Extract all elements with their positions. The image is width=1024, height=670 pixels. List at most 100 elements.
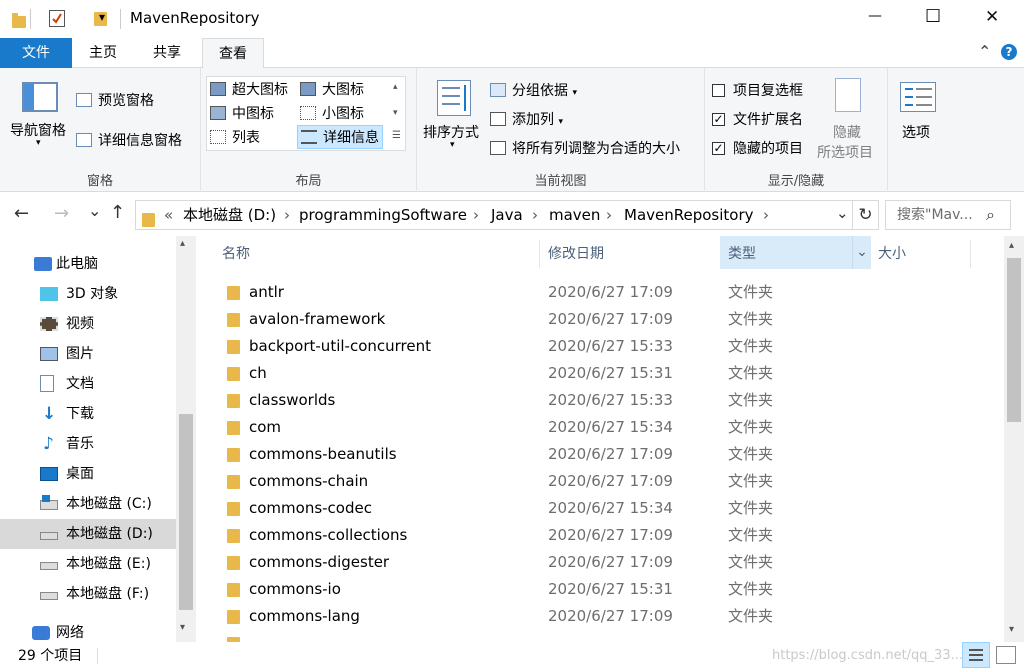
file-row[interactable]: commons-io 2020/6/27 15:31 文件夹 [196,576,1004,603]
close-button[interactable]: ✕ [985,7,999,27]
scroll-down-icon[interactable]: ▾ [180,622,185,633]
column-filter-icon[interactable]: ⌄ [852,236,871,269]
breadcrumb-drive-d[interactable]: 本地磁盘 (D:) [183,201,276,229]
breadcrumb-maven[interactable]: maven [549,201,600,229]
file-row[interactable]: classworlds 2020/6/27 15:33 文件夹 [196,387,1004,414]
file-row[interactable]: commons-digester 2020/6/27 17:09 文件夹 [196,549,1004,576]
breadcrumb-programmingsoftware[interactable]: programmingSoftware [299,201,467,229]
options-button[interactable]: 选项 [892,76,942,160]
list-option[interactable]: 列表 [210,127,260,147]
nav-item-this-pc[interactable]: 此电脑 [0,249,176,279]
preview-pane-button[interactable]: 预览窗格 [76,90,154,110]
nav-item-videos[interactable]: 视频 [0,309,176,339]
qat-customize-icon[interactable]: ▾ [99,10,105,24]
file-row-partial[interactable] [196,630,1004,642]
small-icons-option[interactable]: 小图标 [300,103,364,123]
file-row[interactable]: commons-beanutils 2020/6/27 17:09 文件夹 [196,441,1004,468]
gallery-more-icon[interactable]: ☰ [392,130,401,141]
scroll-up-icon[interactable]: ▴ [1009,240,1014,251]
properties-qat-icon[interactable] [49,10,65,27]
file-extensions-checkbox[interactable]: ✓ [712,112,725,126]
help-icon[interactable]: ? [1001,44,1017,60]
file-row[interactable]: com 2020/6/27 15:34 文件夹 [196,414,1004,441]
nav-item-music[interactable]: ♪ 音乐 [0,429,176,459]
breadcrumb-separator[interactable]: › [473,201,479,229]
drive-icon [40,592,58,600]
file-row[interactable]: ch 2020/6/27 15:31 文件夹 [196,360,1004,387]
sort-by-button[interactable]: 排序方式 ▾ [421,76,487,156]
gallery-down-icon[interactable]: ▾ [393,108,398,118]
nav-scrollbar[interactable]: ▴ ▾ [176,236,196,642]
recent-locations-button[interactable]: ⌄ [88,201,101,220]
file-row[interactable]: commons-lang 2020/6/27 17:09 文件夹 [196,603,1004,630]
file-row[interactable]: commons-codec 2020/6/27 15:34 文件夹 [196,495,1004,522]
nav-item-drive-d[interactable]: 本地磁盘 (D:) [0,519,176,549]
nav-item-drive-f[interactable]: 本地磁盘 (F:) [0,579,176,609]
address-bar[interactable]: « 本地磁盘 (D:) › programmingSoftware › Java… [135,200,853,230]
minimize-button[interactable]: — [868,8,882,24]
maximize-button[interactable]: ☐ [925,6,941,27]
nav-item-drive-c[interactable]: 本地磁盘 (C:) [0,489,176,519]
breadcrumb-separator[interactable]: › [284,201,290,229]
tab-view[interactable]: 查看 [202,38,264,69]
column-header-size[interactable]: 大小 [878,236,906,272]
file-row[interactable]: backport-util-concurrent 2020/6/27 15:33 文… [196,333,1004,360]
address-dropdown-icon[interactable]: ⌄ [836,199,849,227]
file-row[interactable]: avalon-framework 2020/6/27 17:09 文件夹 [196,306,1004,333]
back-button[interactable]: ← [14,203,29,224]
up-button[interactable]: ↑ [110,202,125,223]
search-icon[interactable]: ⌕ [986,201,995,229]
file-extensions-toggle[interactable]: ✓ 文件扩展名 [712,109,803,129]
large-icons-option[interactable]: 大图标 [300,79,364,99]
gallery-up-icon[interactable]: ▴ [393,82,398,92]
column-header-name[interactable]: 名称 [222,236,250,272]
item-checkboxes-checkbox[interactable] [712,83,725,97]
size-all-columns-button[interactable]: 将所有列调整为合适的大小 [490,138,680,158]
navigation-pane-button[interactable]: 导航窗格 ▾ [4,76,72,154]
hide-selected-button[interactable]: 隐藏 所选项目 [815,76,883,161]
column-header-date[interactable]: 修改日期 [548,236,604,272]
group-by-button[interactable]: 分组依据 ▾ [490,80,577,100]
column-header-type[interactable]: 类型 [728,236,756,272]
details-pane-button[interactable]: 详细信息窗格 [76,130,182,150]
scroll-up-icon[interactable]: ▴ [180,238,185,249]
column-divider[interactable] [970,240,971,268]
nav-item-drive-e[interactable]: 本地磁盘 (E:) [0,549,176,579]
breadcrumb-separator[interactable]: › [532,201,538,229]
nav-item-network[interactable]: 网络 [0,618,176,642]
file-row[interactable]: commons-chain 2020/6/27 17:09 文件夹 [196,468,1004,495]
collapse-ribbon-icon[interactable]: ⌃ [978,42,991,61]
breadcrumb-mavenrepository[interactable]: MavenRepository [624,201,754,229]
extra-large-icons-option[interactable]: 超大图标 [210,79,288,99]
tab-share[interactable]: 共享 [142,38,192,68]
nav-item-downloads[interactable]: ↓ 下载 [0,399,176,429]
details-option[interactable]: 详细信息 [297,125,383,149]
breadcrumb-separator[interactable]: › [763,201,769,229]
hidden-items-checkbox[interactable]: ✓ [712,141,725,155]
tab-file[interactable]: 文件 [0,38,72,68]
breadcrumb-separator[interactable]: › [606,201,612,229]
forward-button[interactable]: → [54,203,69,224]
address-overflow[interactable]: « [164,201,173,229]
file-list-scrollbar[interactable]: ▴ ▾ [1004,236,1024,642]
details-view-toggle-icon[interactable] [962,642,990,668]
medium-icons-option[interactable]: 中图标 [210,103,274,123]
nav-scroll-thumb[interactable] [179,414,193,610]
nav-item-3d-objects[interactable]: 3D 对象 [0,279,176,309]
refresh-button[interactable]: ↻ [853,200,879,230]
file-list-scroll-thumb[interactable] [1007,258,1021,422]
nav-item-pictures[interactable]: 图片 [0,339,176,369]
nav-item-desktop[interactable]: 桌面 [0,459,176,489]
breadcrumb-java[interactable]: Java [491,201,523,229]
hidden-items-toggle[interactable]: ✓ 隐藏的项目 [712,138,803,158]
file-row[interactable]: antlr 2020/6/27 17:09 文件夹 [196,279,1004,306]
scroll-down-icon[interactable]: ▾ [1009,624,1014,635]
file-row[interactable]: commons-collections 2020/6/27 17:09 文件夹 [196,522,1004,549]
add-columns-button[interactable]: 添加列 ▾ [490,109,563,129]
tab-home[interactable]: 主页 [78,38,128,68]
search-input[interactable]: 搜索"Mav... ⌕ [885,200,1011,230]
column-divider[interactable] [539,240,540,268]
nav-item-documents[interactable]: 文档 [0,369,176,399]
large-icons-view-toggle-icon[interactable] [996,646,1016,664]
item-checkboxes-toggle[interactable]: 项目复选框 [712,80,803,100]
